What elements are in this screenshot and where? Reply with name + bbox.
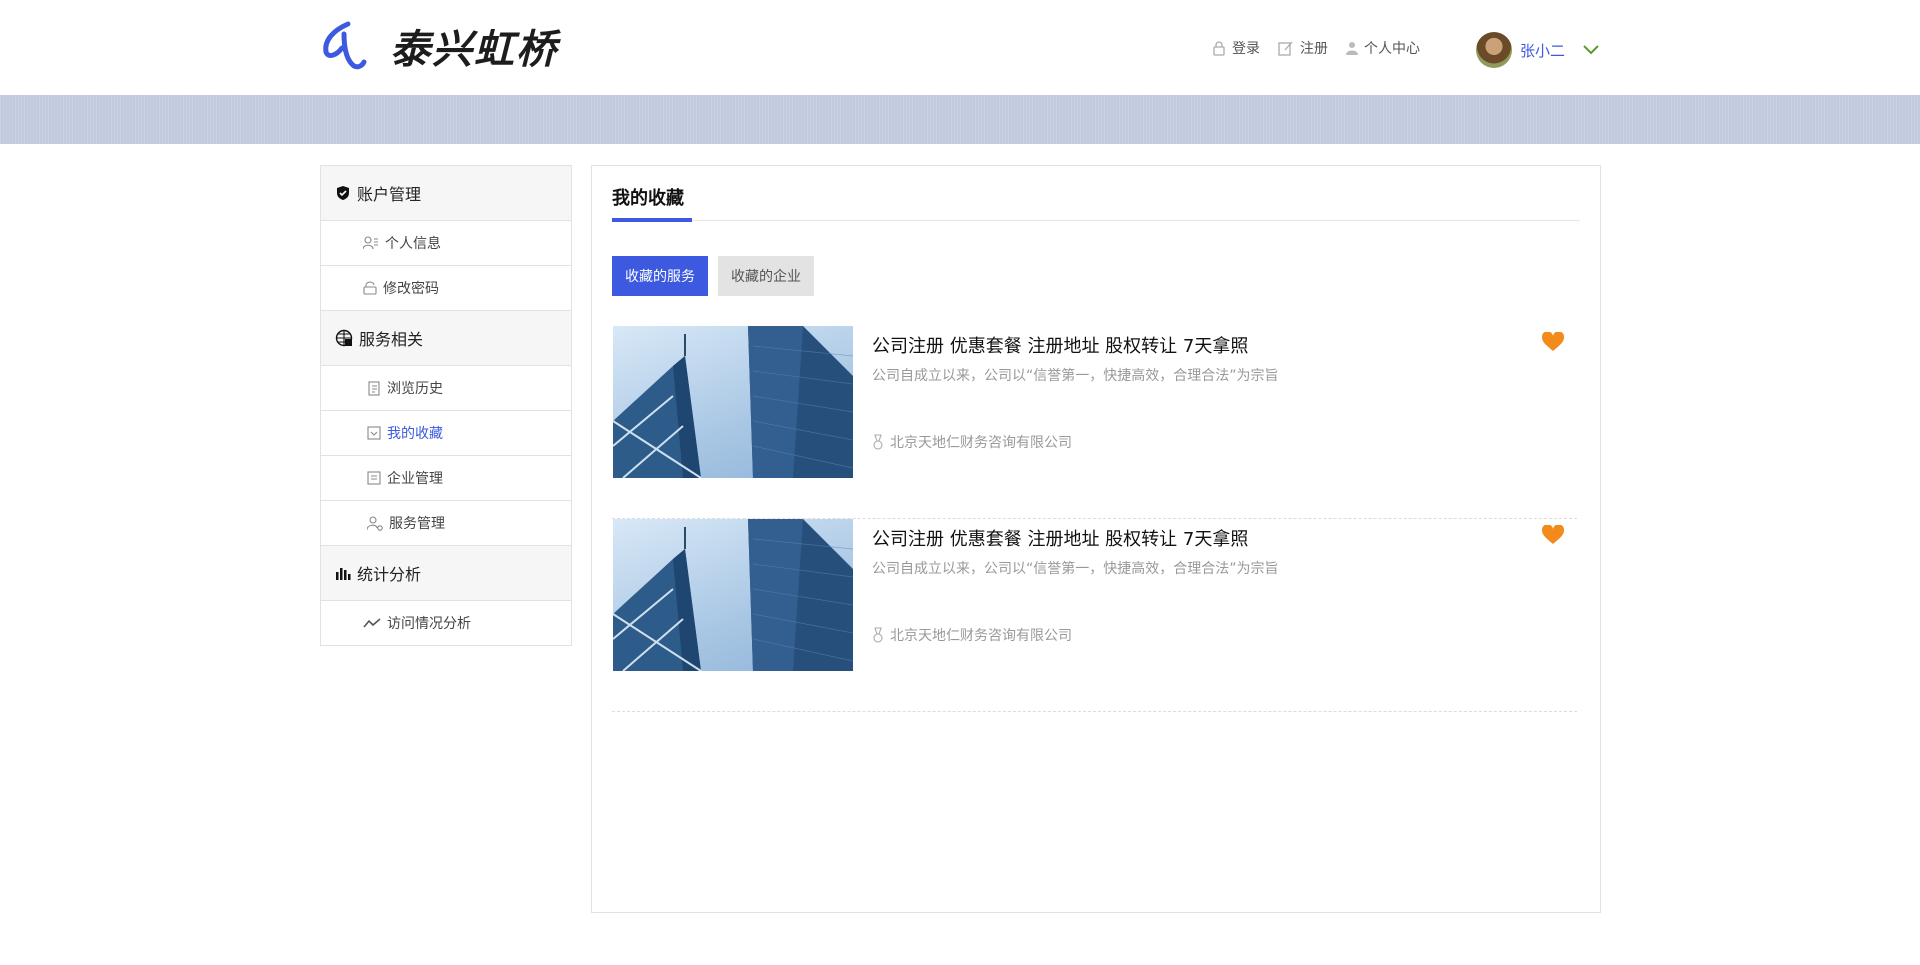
sidebar-group-label: 账户管理	[357, 185, 422, 204]
company-line: 北京天地仁财务咨询有限公司	[872, 625, 1072, 645]
user-icon	[1346, 42, 1358, 55]
heart-icon[interactable]	[1542, 332, 1564, 352]
building-image	[613, 326, 853, 478]
sidebar-item-browse-history[interactable]: 浏览历史	[321, 366, 571, 411]
register-label: 注册	[1300, 41, 1328, 57]
site-logo[interactable]: 泰兴虹桥	[320, 20, 558, 73]
service-title[interactable]: 公司注册 优惠套餐 注册地址 股权转让 7天拿照	[872, 332, 1248, 358]
sidebar-group-label: 服务相关	[359, 330, 424, 349]
sidebar-item-label: 我的收藏	[387, 426, 443, 442]
service-thumbnail[interactable]	[613, 326, 853, 478]
avatar[interactable]	[1476, 32, 1512, 68]
banner-strip	[0, 95, 1920, 144]
sidebar: 账户管理 个人信息 修改密码 服务相关 浏览历史 我的收藏 企业管理 服务管理 …	[320, 165, 572, 646]
sidebar-item-label: 企业管理	[387, 471, 443, 487]
lock-icon	[1213, 41, 1225, 56]
company-name[interactable]: 北京天地仁财务咨询有限公司	[890, 432, 1072, 452]
sidebar-group-service: 服务相关	[321, 311, 571, 366]
main-panel: 我的收藏 收藏的服务 收藏的企业 公司注册 优惠套餐 注册地址 股权转让 7天拿…	[591, 165, 1601, 913]
sidebar-item-change-password[interactable]: 修改密码	[321, 266, 571, 311]
service-thumbnail[interactable]	[613, 519, 853, 671]
sidebar-item-label: 访问情况分析	[387, 616, 471, 632]
sidebar-item-service-management[interactable]: 服务管理	[321, 501, 571, 546]
sidebar-group-statistics: 统计分析	[321, 546, 571, 601]
sidebar-item-my-favorites[interactable]: 我的收藏	[321, 411, 571, 456]
sidebar-item-enterprise-management[interactable]: 企业管理	[321, 456, 571, 501]
login-label: 登录	[1232, 41, 1260, 57]
document-icon	[368, 380, 380, 396]
edit-icon	[1278, 41, 1293, 56]
page-title: 我的收藏	[612, 188, 684, 209]
top-nav: 登录 注册 个人中心	[1212, 38, 1438, 58]
sidebar-group-account: 账户管理	[321, 166, 571, 221]
sidebar-item-personal-info[interactable]: 个人信息	[321, 221, 571, 266]
service-description: 公司自成立以来，公司以“信誉第一，快捷高效，合理合法”为宗旨	[872, 368, 1279, 384]
lock-icon	[363, 281, 377, 295]
favorite-card[interactable]: 公司注册 优惠套餐 注册地址 股权转让 7天拿照 公司自成立以来，公司以“信誉第…	[612, 326, 1577, 519]
medal-icon	[873, 434, 883, 450]
personal-center-link[interactable]: 个人中心	[1346, 38, 1420, 58]
register-link[interactable]: 注册	[1278, 38, 1328, 58]
company-name[interactable]: 北京天地仁财务咨询有限公司	[890, 625, 1072, 645]
building-image	[613, 519, 853, 671]
shield-check-icon	[337, 186, 349, 200]
title-divider	[612, 220, 1580, 221]
sidebar-item-label: 个人信息	[385, 236, 441, 252]
service-title[interactable]: 公司注册 优惠套餐 注册地址 股权转让 7天拿照	[872, 525, 1248, 551]
service-description: 公司自成立以来，公司以“信誉第一，快捷高效，合理合法”为宗旨	[872, 561, 1279, 577]
login-link[interactable]: 登录	[1212, 38, 1260, 58]
top-header: 泰兴虹桥 登录 注册 个人中心 张小二	[0, 0, 1920, 95]
company-line: 北京天地仁财务咨询有限公司	[872, 432, 1072, 452]
sidebar-item-visit-analysis[interactable]: 访问情况分析	[321, 601, 571, 645]
user-name: 张小二	[1520, 41, 1566, 60]
tab-favorite-enterprises[interactable]: 收藏的企业	[718, 256, 814, 296]
sidebar-group-label: 统计分析	[357, 565, 422, 584]
sidebar-item-label: 服务管理	[389, 516, 445, 532]
favorites-tabs: 收藏的服务 收藏的企业	[612, 256, 824, 296]
favorite-box-icon	[367, 426, 381, 440]
heart-icon[interactable]	[1542, 525, 1564, 545]
user-settings-icon	[367, 515, 383, 531]
sidebar-item-label: 浏览历史	[387, 381, 443, 397]
title-accent-bar	[612, 218, 692, 222]
trend-line-icon	[363, 618, 381, 628]
user-list-icon	[363, 236, 378, 250]
chevron-down-icon[interactable]	[1583, 45, 1599, 55]
logo-mark-icon	[323, 21, 367, 70]
medal-icon	[873, 627, 883, 643]
list-doc-icon	[367, 471, 381, 485]
user-menu[interactable]: 张小二	[1476, 32, 1599, 68]
logo-text: 泰兴虹桥	[390, 26, 558, 73]
tab-favorite-services[interactable]: 收藏的服务	[612, 256, 708, 296]
favorite-card[interactable]: 公司注册 优惠套餐 注册地址 股权转让 7天拿照 公司自成立以来，公司以“信誉第…	[612, 519, 1577, 712]
personal-center-label: 个人中心	[1364, 41, 1420, 57]
bar-chart-icon	[336, 568, 351, 580]
globe-grid-icon	[335, 329, 353, 347]
sidebar-item-label: 修改密码	[383, 281, 439, 297]
